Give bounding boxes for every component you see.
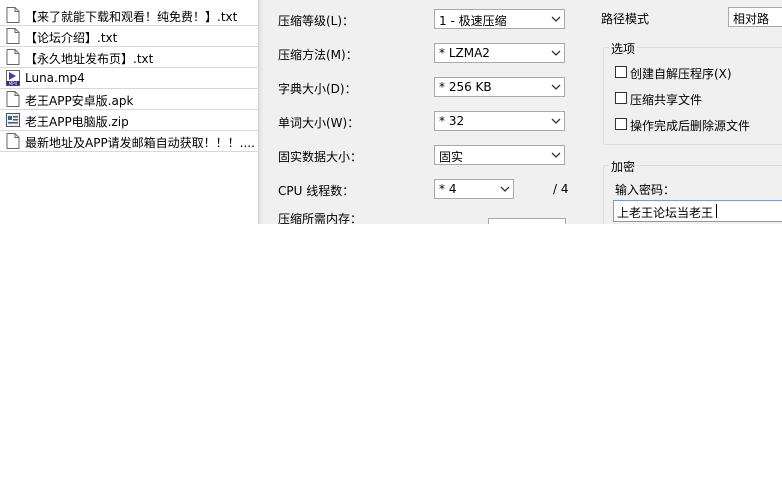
cpu-threads-value: * 4 [439, 182, 457, 196]
compression-level-value: 1 - 极速压缩 [439, 14, 507, 28]
file-row[interactable]: 【永久地址发布页】.txt [0, 47, 258, 68]
memory-usage-label: 压缩所需内存： [278, 212, 363, 224]
add-to-archive-dialog: 压缩等级(L)： 1 - 极速压缩 压缩方法(M)： * LZMA2 字典大小(… [258, 0, 782, 224]
file-list: 【来了就能下载和观看！纯免费！】.txt 【论坛介绍】.txt 【永久地址发布页… [0, 0, 258, 153]
memory-usage-field [488, 218, 566, 224]
password-input[interactable]: 上老王论坛当老王 [613, 200, 782, 222]
options-group-title: 选项 [609, 40, 638, 57]
create-sfx-checkbox[interactable] [615, 66, 627, 78]
path-mode-label: 路径模式 [601, 12, 650, 26]
file-name: 最新地址及APP请发邮箱自动获取！！！.... [25, 136, 255, 150]
file-row[interactable]: 最新地址及APP请发邮箱自动获取！！！.... [0, 131, 258, 152]
zip-file-icon [6, 113, 20, 127]
compression-level-select[interactable]: 1 - 极速压缩 [434, 9, 565, 29]
word-size-select[interactable]: * 32 [434, 111, 565, 131]
cpu-threads-label: CPU 线程数： [278, 184, 355, 198]
word-size-label: 单词大小(W)： [278, 116, 360, 130]
file-row[interactable]: 【论坛介绍】.txt [0, 26, 258, 47]
dictionary-size-value: * 256 KB [439, 80, 492, 94]
text-caret [716, 204, 717, 218]
file-row[interactable]: 老王APP电脑版.zip [0, 110, 258, 131]
delete-after-compression-label: 操作完成后删除源文件 [630, 119, 751, 133]
delete-after-compression-checkbox[interactable] [615, 118, 627, 130]
password-label: 输入密码： [615, 183, 676, 197]
compression-level-label: 压缩等级(L)： [278, 14, 355, 28]
file-name: 【来了就能下载和观看！纯免费！】.txt [25, 10, 238, 24]
path-mode-select[interactable]: 相对路 [728, 7, 782, 27]
text-file-icon [6, 7, 20, 23]
path-mode-value: 相对路 [733, 12, 770, 26]
solid-block-size-select[interactable]: 固实 [434, 145, 565, 165]
encryption-group-title: 加密 [609, 158, 638, 175]
file-name: 【论坛介绍】.txt [25, 31, 118, 45]
chevron-down-icon [500, 186, 510, 192]
chevron-down-icon [551, 118, 561, 124]
apk-file-icon [6, 91, 20, 107]
chevron-down-icon [551, 152, 561, 158]
text-file-icon [6, 133, 20, 149]
video-file-icon: MP4 [6, 70, 20, 86]
text-file-icon [6, 49, 20, 65]
file-row[interactable]: 【来了就能下载和观看！纯免费！】.txt [0, 5, 258, 26]
dialog-left-edge [258, 0, 262, 224]
compression-method-label: 压缩方法(M)： [278, 48, 358, 62]
word-size-value: * 32 [439, 114, 465, 128]
dictionary-size-select[interactable]: * 256 KB [434, 77, 565, 97]
dictionary-size-label: 字典大小(D)： [278, 82, 357, 96]
compression-method-select[interactable]: * LZMA2 [434, 43, 565, 63]
text-file-icon [6, 28, 20, 44]
cpu-threads-select[interactable]: * 4 [434, 179, 514, 199]
solid-block-size-value: 固实 [439, 150, 464, 164]
compression-method-value: * LZMA2 [439, 46, 490, 60]
file-name: 【永久地址发布页】.txt [25, 52, 154, 66]
chevron-down-icon [551, 16, 561, 22]
compress-shared-files-checkbox[interactable] [615, 92, 627, 104]
create-sfx-label: 创建自解压程序(X) [630, 67, 732, 81]
solid-block-size-label: 固实数据大小： [278, 150, 363, 164]
chevron-down-icon [551, 84, 561, 90]
file-row[interactable]: 老王APP安卓版.apk [0, 89, 258, 110]
file-name: Luna.mp4 [25, 71, 85, 85]
password-value: 上老王论坛当老王 [617, 206, 714, 220]
file-name: 老王APP安卓版.apk [25, 94, 134, 108]
file-row[interactable]: MP4 Luna.mp4 [0, 68, 258, 89]
file-name: 老王APP电脑版.zip [25, 115, 129, 129]
compress-shared-files-label: 压缩共享文件 [630, 93, 703, 107]
chevron-down-icon [551, 50, 561, 56]
video-format-tag: MP4 [9, 81, 18, 86]
cpu-threads-max: / 4 [553, 182, 569, 196]
